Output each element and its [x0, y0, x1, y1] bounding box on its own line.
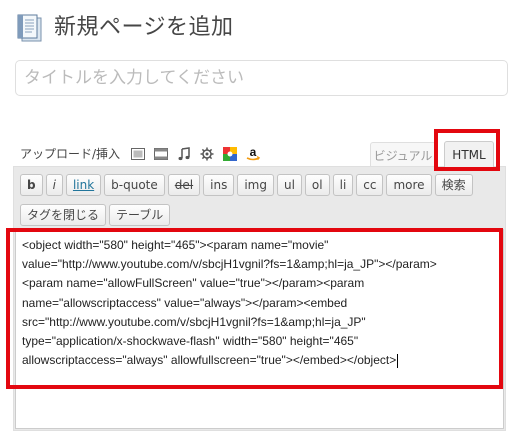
- li-button[interactable]: li: [332, 174, 354, 196]
- title-input[interactable]: [15, 60, 508, 96]
- amazon-icon[interactable]: a: [245, 146, 261, 162]
- quicktags-toolbar-row2: タグを閉じる テーブル: [20, 204, 171, 226]
- quicktags-toolbar: b i link b-quote del ins img ul ol li cc…: [20, 174, 473, 196]
- ol-button[interactable]: ol: [304, 174, 330, 196]
- ul-button[interactable]: ul: [276, 174, 302, 196]
- img-button[interactable]: img: [237, 174, 274, 196]
- page-title: 新規ページを追加: [54, 15, 234, 40]
- del-button[interactable]: del: [167, 174, 201, 196]
- italic-button[interactable]: i: [45, 174, 63, 196]
- media-gear-icon[interactable]: [199, 146, 215, 162]
- code-highlight: [6, 228, 503, 389]
- table-button[interactable]: テーブル: [109, 204, 171, 226]
- close-tags-button[interactable]: タグを閉じる: [20, 204, 107, 226]
- bold-button[interactable]: b: [20, 174, 43, 196]
- blockquote-button[interactable]: b-quote: [104, 174, 165, 196]
- more-button[interactable]: more: [386, 174, 432, 196]
- video-icon[interactable]: [153, 146, 169, 162]
- ins-button[interactable]: ins: [203, 174, 235, 196]
- upload-insert-label: アップロード/挿入: [20, 147, 121, 161]
- svg-text:a: a: [250, 146, 257, 159]
- audio-icon[interactable]: [176, 146, 192, 162]
- html-tab-highlight: [434, 129, 500, 171]
- code-button[interactable]: cc: [356, 174, 384, 196]
- page-icon: [16, 13, 46, 43]
- picasa-icon[interactable]: [222, 146, 238, 162]
- link-button[interactable]: link: [65, 174, 102, 196]
- search-button[interactable]: 検索: [434, 174, 473, 196]
- image-icon[interactable]: [130, 146, 146, 162]
